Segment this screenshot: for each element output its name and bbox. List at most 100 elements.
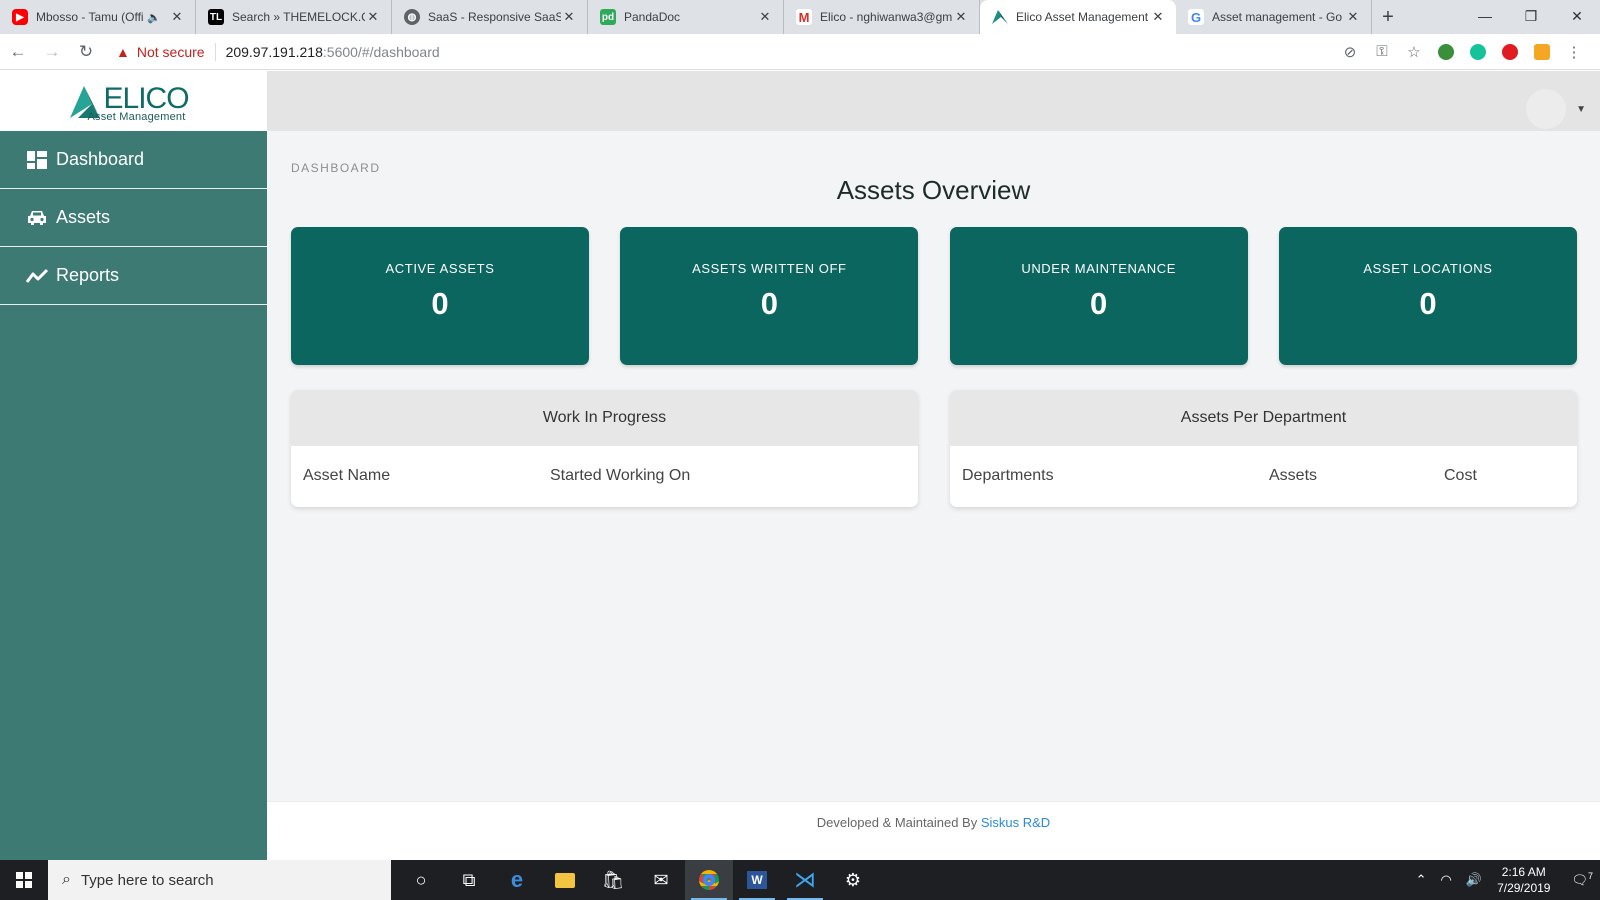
stat-value: 0 [1419,286,1437,321]
sidebar: ELICO Asset Management Dashboard Assets … [0,71,267,860]
clock[interactable]: 2:16 AM 7/29/2019 [1497,864,1550,896]
url-host: 209.97.191.218 [225,43,323,60]
user-menu[interactable]: ▼ [1526,89,1586,129]
close-tab-icon[interactable]: ✕ [1345,9,1361,25]
column-header-assets[interactable]: Assets [1269,467,1317,485]
avatar[interactable] [1526,89,1567,129]
stat-card-active-assets[interactable]: ACTIVE ASSETS 0 [291,227,589,365]
taskbar-apps: ○ ⧉ e 🛍 ✉ W ⋊ ⚙ [397,860,877,900]
stat-value: 0 [760,286,778,321]
gmail-icon: M [796,9,812,25]
dashboard-icon [26,150,48,170]
store-icon[interactable]: 🛍 [589,860,637,900]
sidebar-item-label: Assets [56,207,111,227]
google-icon: G [1188,9,1204,25]
close-tab-icon[interactable]: ✕ [561,9,577,25]
column-header-departments[interactable]: Departments [962,467,1054,485]
word-icon[interactable]: W [733,860,781,900]
table-header: Asset Name Started Working On [291,446,918,507]
extension-icon[interactable] [1430,43,1462,60]
address-bar[interactable]: ▲ Not secure 209.97.191.218 :5600/#/dash… [110,38,1334,66]
restore-icon[interactable]: ❐ [1508,0,1554,32]
close-tab-icon[interactable]: ✕ [365,9,381,25]
grammarly-icon[interactable] [1462,43,1494,60]
browser-tab[interactable]: ▶ Mbosso - Tamu (Offi 🔈 ✕ [0,0,196,34]
stat-card-under-maintenance[interactable]: UNDER MAINTENANCE 0 [949,227,1248,365]
app: ELICO Asset Management Dashboard Assets … [0,71,1600,860]
column-header-cost[interactable]: Cost [1444,467,1477,485]
profile-icon[interactable] [1526,43,1558,60]
minimize-icon[interactable]: — [1462,0,1508,32]
system-tray: ⌃ ◠ 🔊 2:16 AM 7/29/2019 🗨7 [1409,860,1600,900]
sidebar-item-assets[interactable]: Assets [0,189,267,247]
task-view-icon[interactable]: ⧉ [445,860,493,900]
menu-icon[interactable]: ⋮ [1558,43,1590,61]
chevron-up-icon[interactable]: ⌃ [1416,872,1427,888]
browser-tab[interactable]: M Elico - nghiwanwa3@gm ✕ [784,0,980,34]
window-controls: — ❐ ✕ [1462,0,1600,32]
browser-tab[interactable]: ◍ SaaS - Responsive SaaS, ✕ [392,0,588,34]
browser-tab-active[interactable]: Elico Asset Management ✕ [980,0,1176,34]
security-label[interactable]: Not secure [137,44,205,60]
key-icon[interactable]: ⚿ [1366,43,1398,60]
assets-per-department-panel: Assets Per Department Departments Assets… [950,390,1577,507]
themelock-icon: TL [208,9,224,25]
chrome-icon[interactable] [685,860,733,900]
notifications-icon[interactable]: 🗨7 [1571,871,1593,888]
tab-title: PandaDoc [624,10,681,24]
stat-label: UNDER MAINTENANCE [1021,261,1176,276]
reload-icon[interactable]: ↻ [70,36,102,68]
cortana-icon[interactable]: ○ [397,860,445,900]
panel-title: Assets Per Department [950,390,1577,446]
sidebar-item-reports[interactable]: Reports [0,247,267,305]
tab-title: Elico Asset Management [1016,10,1149,24]
back-icon[interactable]: ← [2,36,34,68]
speaker-icon[interactable]: 🔈 [147,11,161,24]
taskbar-search-input[interactable]: ⌕ Type here to search [48,860,391,900]
tab-title: Elico - nghiwanwa3@gm [820,10,953,24]
work-in-progress-panel: Work In Progress Asset Name Started Work… [291,390,918,507]
vscode-icon[interactable]: ⋊ [781,860,829,900]
tab-title: Asset management - Go [1212,10,1343,24]
close-tab-icon[interactable]: ✕ [1150,9,1166,25]
forward-icon[interactable]: → [36,36,68,68]
location-blocked-icon[interactable]: ⊘ [1334,43,1366,61]
pandadoc-icon: pd [600,9,616,25]
footer-link[interactable]: Siskus R&D [981,815,1050,830]
app-topbar: ▼ [267,71,1600,131]
browser-toolbar: ← → ↻ ▲ Not secure 209.97.191.218 :5600/… [0,34,1600,70]
mail-icon[interactable]: ✉ [637,860,685,900]
stat-label: ASSET LOCATIONS [1363,261,1493,276]
stats-row: ACTIVE ASSETS 0 ASSETS WRITTEN OFF 0 UND… [291,227,1577,365]
panels-row: Work In Progress Asset Name Started Work… [291,390,1577,507]
tab-title: SaaS - Responsive SaaS, [428,10,561,24]
column-header-asset-name[interactable]: Asset Name [303,467,390,485]
close-window-icon[interactable]: ✕ [1554,0,1600,32]
file-explorer-icon[interactable] [541,860,589,900]
sidebar-item-dashboard[interactable]: Dashboard [0,131,267,189]
chevron-down-icon[interactable]: ▼ [1576,104,1586,115]
stat-label: ASSETS WRITTEN OFF [692,261,847,276]
bookmark-star-icon[interactable]: ☆ [1398,43,1430,61]
browser-tab[interactable]: pd PandaDoc ✕ [588,0,784,34]
edge-icon[interactable]: e [493,860,541,900]
volume-icon[interactable]: 🔊 [1466,872,1482,888]
close-tab-icon[interactable]: ✕ [757,9,773,25]
new-tab-button[interactable]: + [1372,0,1404,34]
brand-logo[interactable]: ELICO Asset Management [0,71,267,131]
browser-tab[interactable]: TL Search » THEMELOCK.CC ✕ [196,0,392,34]
stat-card-asset-locations[interactable]: ASSET LOCATIONS 0 [1278,227,1577,365]
url-path: :5600/#/dashboard [322,43,440,60]
close-tab-icon[interactable]: ✕ [953,9,969,25]
tab-title: Search » THEMELOCK.CC [232,10,365,24]
column-header-started-working-on[interactable]: Started Working On [550,467,690,485]
settings-icon[interactable]: ⚙ [829,860,877,900]
wifi-icon[interactable]: ◠ [1441,872,1452,888]
adblock-icon[interactable] [1494,43,1526,60]
close-tab-icon[interactable]: ✕ [169,9,185,25]
stat-value: 0 [431,286,449,321]
browser-tab[interactable]: G Asset management - Go ✕ [1176,0,1372,34]
stat-card-written-off[interactable]: ASSETS WRITTEN OFF 0 [620,227,919,365]
youtube-icon: ▶ [12,9,28,25]
windows-start-icon[interactable] [0,860,48,900]
